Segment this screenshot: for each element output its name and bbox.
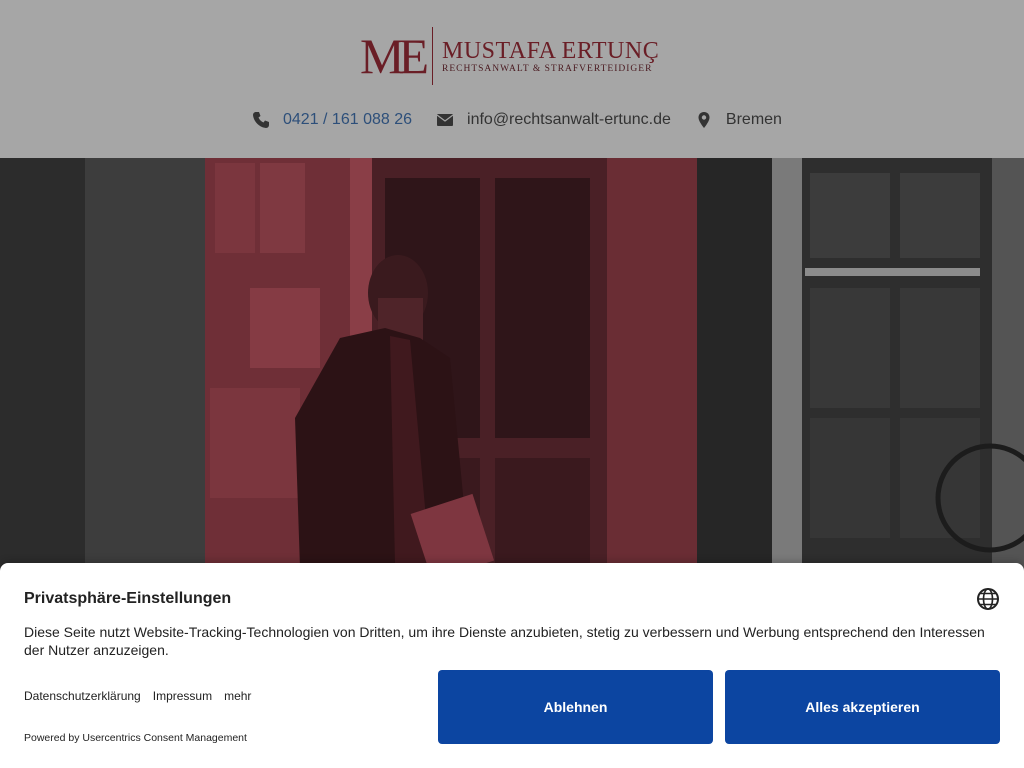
contact-row: 0421 / 161 088 26 info@rechtsanwalt-ertu… bbox=[252, 108, 806, 132]
logo-divider bbox=[432, 27, 433, 85]
logo-text: MUSTAFA ERTUNÇ RECHTSANWALT & STRAFVERTE… bbox=[442, 39, 659, 74]
contact-email-item[interactable]: info@rechtsanwalt-ertunc.de bbox=[436, 111, 671, 129]
email-link[interactable]: info@rechtsanwalt-ertunc.de bbox=[467, 111, 671, 129]
phone-icon bbox=[252, 111, 270, 129]
language-selector[interactable] bbox=[976, 587, 1000, 611]
city-label: Bremen bbox=[725, 111, 782, 128]
envelope-icon bbox=[436, 111, 454, 129]
imprint-link[interactable]: Impressum bbox=[153, 689, 212, 703]
contact-city-item: Bremen bbox=[695, 111, 782, 129]
more-link[interactable]: mehr bbox=[224, 689, 251, 703]
cookie-banner: Privatsphäre-Einstellungen Diese Seite n… bbox=[0, 563, 1024, 768]
logo[interactable]: ME MUSTAFA ERTUNÇ RECHTSANWALT & STRAFVE… bbox=[360, 26, 659, 86]
logo-subtitle: RECHTSANWALT & STRAFVERTEIDIGER bbox=[442, 63, 653, 74]
map-marker-icon bbox=[695, 111, 713, 129]
cookie-banner-text: Diese Seite nutzt Website-Tracking-Techn… bbox=[24, 624, 985, 658]
cookie-banner-title: Privatsphäre-Einstellungen bbox=[24, 590, 232, 607]
phone-link[interactable]: 0421 / 161 088 26 bbox=[283, 111, 412, 129]
globe-icon bbox=[977, 588, 999, 610]
accept-all-button[interactable]: Alles akzeptieren bbox=[725, 670, 1000, 744]
site-header: ME MUSTAFA ERTUNÇ RECHTSANWALT & STRAFVE… bbox=[0, 0, 1024, 158]
decline-button[interactable]: Ablehnen bbox=[438, 670, 713, 744]
powered-by-text: Powered by Usercentrics Consent Manageme… bbox=[24, 732, 247, 744]
contact-phone-item[interactable]: 0421 / 161 088 26 bbox=[252, 111, 412, 129]
privacy-policy-link[interactable]: Datenschutzerklärung bbox=[24, 689, 141, 703]
logo-mark: ME bbox=[360, 28, 429, 84]
cookie-links: Datenschutzerklärung Impressum mehr bbox=[24, 689, 263, 703]
logo-name: MUSTAFA ERTUNÇ bbox=[442, 37, 660, 64]
